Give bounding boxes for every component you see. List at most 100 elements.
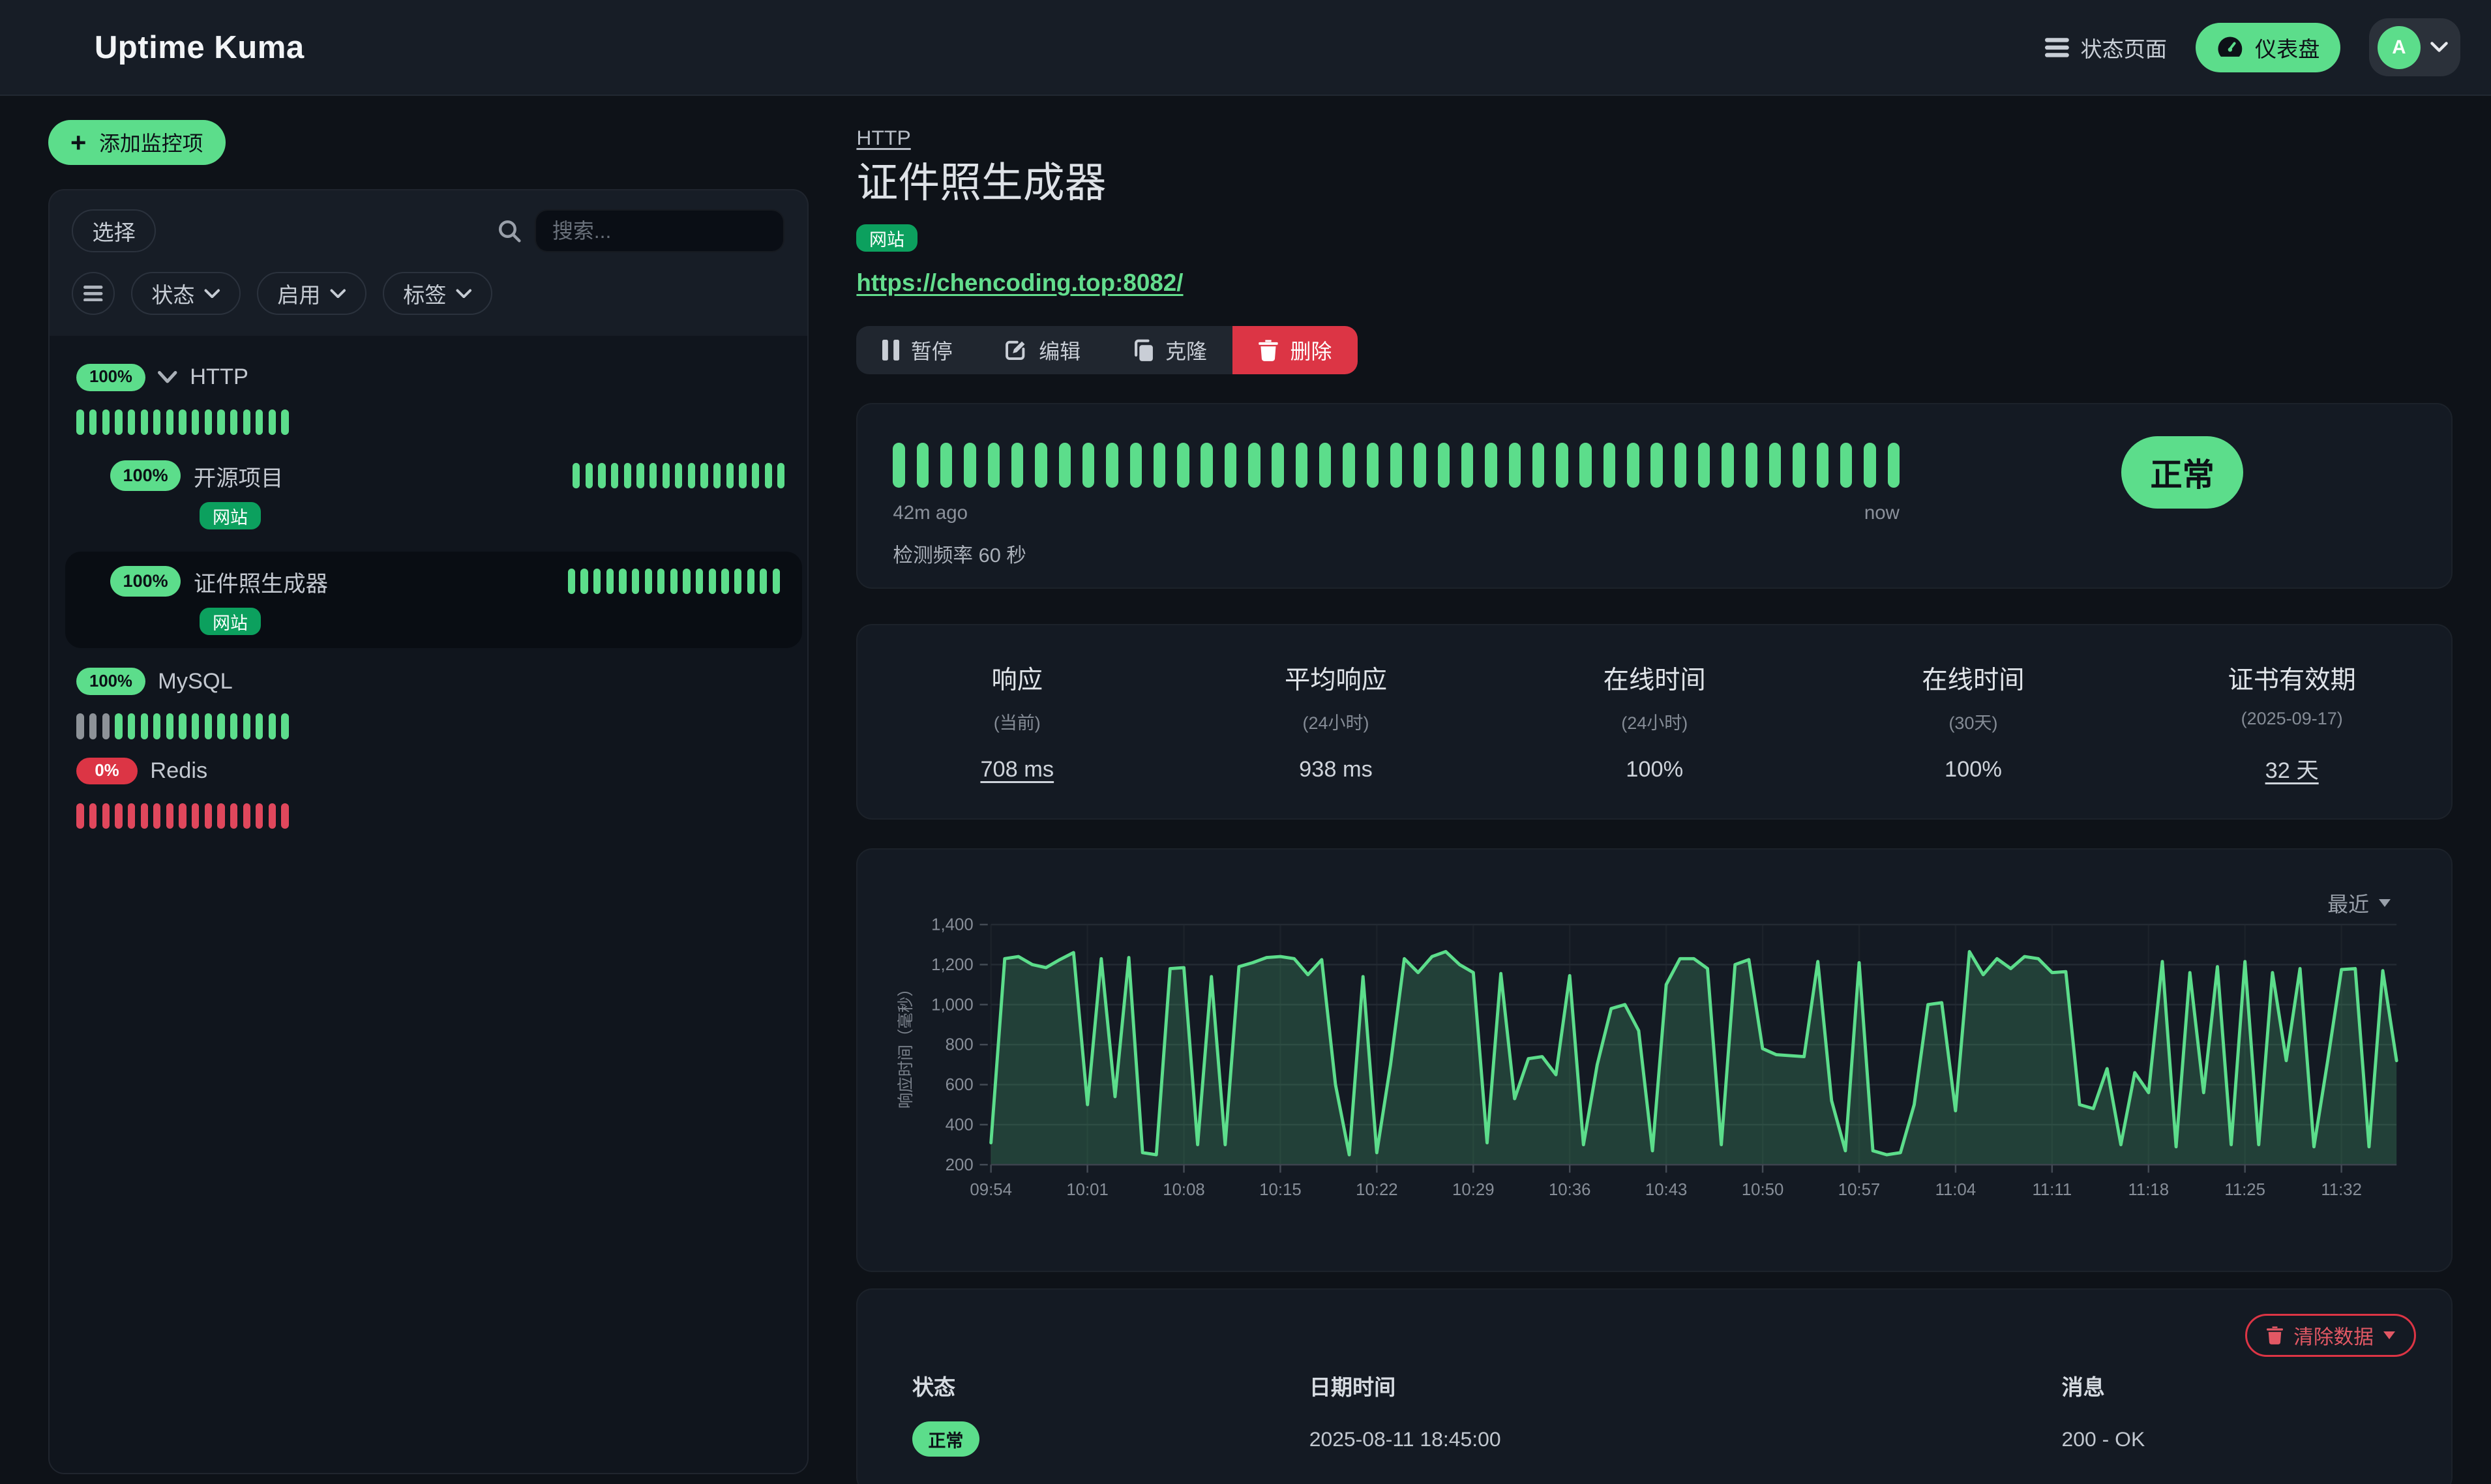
avatar: A — [2378, 26, 2421, 69]
search-input[interactable] — [535, 209, 784, 252]
heartbeat-down — [230, 803, 237, 829]
heartbeat-up — [230, 409, 237, 435]
heartbeat-up — [726, 463, 734, 488]
svg-text:11:11: 11:11 — [2032, 1181, 2072, 1199]
svg-text:10:22: 10:22 — [1356, 1181, 1397, 1199]
monitor-item-zhengjianzhao-selected[interactable]: 100% 证件照生成器 网站 — [65, 552, 802, 647]
heartbeat-down — [179, 803, 186, 829]
add-monitor-label: 添加监控项 — [99, 127, 203, 157]
caret-down-icon — [2383, 1331, 2395, 1339]
heartbeat-down — [281, 803, 288, 829]
heartbeat-up — [696, 569, 703, 594]
monitor-name: 开源项目 — [194, 460, 283, 492]
gauge-icon — [2216, 35, 2244, 59]
heartbeat-up — [586, 463, 593, 488]
svg-text:响应时间（毫秒）: 响应时间（毫秒） — [896, 981, 914, 1108]
response-chart-card: 最近 2004006008001,0001,2001,40009:5410:01… — [856, 848, 2453, 1273]
heartbeat-up — [760, 569, 767, 594]
heartbeat-up — [1296, 443, 1307, 488]
events-table: 状态 日期时间 消息 正常 2025-08-11 18:45:00 200 - … — [896, 1290, 2413, 1457]
heartbeat-up — [752, 463, 759, 488]
filter-active-dropdown[interactable]: 启用 — [257, 272, 366, 315]
monitor-url-link[interactable]: https://chencoding.top:8082/ — [856, 269, 1183, 297]
heartbeat-up — [1414, 443, 1425, 488]
heartbeat-down — [115, 803, 122, 829]
monitor-detail: HTTP 证件照生成器 网站 https://chencoding.top:80… — [856, 96, 2453, 1484]
heartbeat-down — [166, 803, 173, 829]
heartbeat-bar — [50, 792, 807, 840]
heartbeat-up — [688, 463, 695, 488]
pause-button[interactable]: 暂停 — [856, 326, 978, 374]
nav-dashboard-button[interactable]: 仪表盘 — [2196, 23, 2340, 72]
heartbeat-down — [243, 803, 250, 829]
clone-button[interactable]: 克隆 — [1106, 326, 1232, 374]
heartbeat-bar — [50, 398, 807, 447]
clear-data-button[interactable]: 清除数据 — [2245, 1314, 2416, 1357]
header-nav: 状态页面 仪表盘 A — [2045, 18, 2460, 76]
chevron-down-icon — [2430, 42, 2448, 53]
add-monitor-button[interactable]: + 添加监控项 — [48, 120, 226, 165]
heartbeat-up — [598, 463, 605, 488]
heartbeat-up — [217, 409, 224, 435]
heartbeat-up — [663, 463, 670, 488]
heartbeat-up — [573, 463, 580, 488]
heartbeat-up — [670, 569, 678, 594]
delete-button[interactable]: 删除 — [1232, 326, 1357, 374]
stat-value[interactable]: 708 ms — [858, 757, 1176, 782]
heartbeat-up — [765, 463, 772, 488]
heartbeat-up — [1177, 443, 1189, 488]
monitor-name: MySQL — [158, 669, 233, 694]
heartbeat-up — [1650, 443, 1662, 488]
svg-text:1,400: 1,400 — [931, 916, 973, 934]
heartbeat-up — [636, 463, 644, 488]
chevron-down-icon — [330, 289, 346, 299]
heartbeat-up — [243, 409, 250, 435]
app-header: Uptime Kuma 状态页面 仪表盘 A — [0, 0, 2491, 96]
select-label: 选择 — [92, 215, 135, 246]
heartbeat-up — [773, 569, 780, 594]
page-title: 证件照生成器 — [856, 157, 2453, 209]
heartbeat-up — [917, 443, 929, 488]
stat-value: 100% — [1495, 757, 1814, 782]
heartbeat-up — [1509, 443, 1521, 488]
nav-status-pages[interactable]: 状态页面 — [2045, 32, 2166, 63]
filter-status-dropdown[interactable]: 状态 — [131, 272, 241, 315]
heartbeat-up — [632, 569, 639, 594]
heartbeat-up — [256, 713, 263, 739]
heartbeat-up — [102, 409, 110, 435]
stat-response-current: 响应 (当前) 708 ms — [858, 659, 1176, 784]
chevron-down-icon[interactable] — [158, 371, 177, 384]
heartbeat-down — [217, 803, 224, 829]
nav-dashboard-label: 仪表盘 — [2255, 32, 2319, 63]
monitor-item-kaiyuan[interactable]: 100% 开源项目 网站 — [50, 446, 807, 542]
monitor-group-http[interactable]: 100% HTTP — [50, 357, 807, 398]
heartbeat-up — [1035, 443, 1047, 488]
list-lines-icon — [2045, 37, 2069, 58]
select-button[interactable]: 选择 — [72, 209, 156, 252]
monitor-item-mysql[interactable]: 100% MySQL — [50, 660, 807, 702]
heartbeat-empty — [89, 713, 97, 739]
stat-value[interactable]: 32 天 — [2132, 752, 2451, 784]
heartbeat-up — [179, 713, 186, 739]
heartbeat-up — [1461, 443, 1473, 488]
svg-text:10:43: 10:43 — [1645, 1181, 1686, 1199]
svg-text:11:04: 11:04 — [1935, 1181, 1976, 1199]
tag-chip: 网站 — [200, 502, 260, 529]
monitor-item-redis[interactable]: 0% Redis — [50, 750, 807, 792]
heartbeat-down — [89, 803, 97, 829]
user-menu[interactable]: A — [2369, 18, 2460, 76]
uptime-pill: 100% — [76, 364, 145, 391]
table-row-status: 正常 — [912, 1421, 1309, 1457]
edit-button[interactable]: 编辑 — [978, 326, 1106, 374]
stats-card: 响应 (当前) 708 ms 平均响应 (24小时) 938 ms 在线时间 (… — [856, 624, 2453, 820]
breadcrumb[interactable]: HTTP — [856, 126, 910, 150]
heartbeat-up — [1438, 443, 1450, 488]
app-title[interactable]: Uptime Kuma — [95, 29, 305, 66]
heartbeat-bar-large — [893, 443, 1900, 488]
filter-tags-dropdown[interactable]: 标签 — [383, 272, 492, 315]
chevron-down-icon — [204, 289, 220, 299]
filter-list-button[interactable] — [72, 272, 115, 315]
svg-text:11:32: 11:32 — [2321, 1181, 2362, 1199]
heartbeat-up — [1579, 443, 1591, 488]
heartbeat-up — [166, 409, 173, 435]
